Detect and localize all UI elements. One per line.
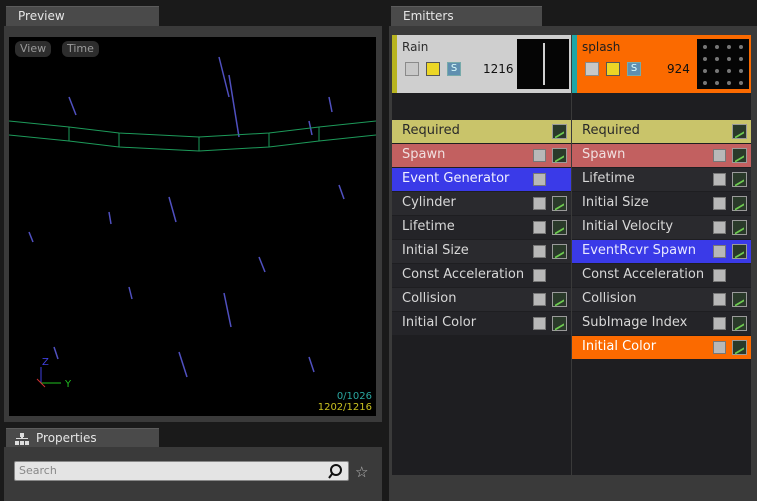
module-row[interactable]: Collision xyxy=(392,288,571,311)
module-label: Initial Color xyxy=(402,315,477,330)
module-row[interactable]: Const Acceleration xyxy=(572,264,751,287)
solo-toggle-icon[interactable] xyxy=(606,62,620,76)
module-label: Initial Velocity xyxy=(582,219,674,234)
module-label: Collision xyxy=(582,291,637,306)
module-row[interactable]: Initial Velocity xyxy=(572,216,751,239)
curve-editor-icon[interactable] xyxy=(732,316,747,331)
module-row[interactable]: Required xyxy=(392,120,571,143)
module-label: Collision xyxy=(402,291,457,306)
module-enable-checkbox[interactable] xyxy=(713,293,726,306)
scene-drawing xyxy=(9,56,376,388)
module-label: Initial Size xyxy=(402,243,469,258)
axis-y-label: Y xyxy=(65,379,72,390)
s-toggle[interactable]: S xyxy=(447,62,461,76)
enable-checkbox[interactable] xyxy=(405,62,419,76)
emitter-name: splash xyxy=(582,40,621,54)
emitter-name: Rain xyxy=(402,40,429,54)
module-label: Const Acceleration xyxy=(402,267,525,282)
module-label: Event Generator xyxy=(402,171,510,186)
curve-editor-icon[interactable] xyxy=(732,148,747,163)
curve-editor-icon[interactable] xyxy=(732,292,747,307)
module-enable-checkbox[interactable] xyxy=(533,221,546,234)
module-row[interactable]: Const Acceleration xyxy=(392,264,571,287)
curve-editor-icon[interactable] xyxy=(552,148,567,163)
module-label: EventRcvr Spawn xyxy=(582,243,696,258)
module-enable-checkbox[interactable] xyxy=(713,341,726,354)
module-enable-checkbox[interactable] xyxy=(713,317,726,330)
module-row[interactable]: Initial Color xyxy=(392,312,571,335)
emitter-thumbnail xyxy=(517,39,569,89)
solo-toggle-icon[interactable] xyxy=(426,62,440,76)
viewport[interactable]: View Time Z Y 0/1026 1202/1216 xyxy=(9,37,376,416)
curve-editor-icon[interactable] xyxy=(552,196,567,211)
curve-editor-icon[interactable] xyxy=(552,292,567,307)
module-row[interactable]: Event Generator xyxy=(392,168,571,191)
curve-editor-icon[interactable] xyxy=(732,172,747,187)
hierarchy-icon xyxy=(15,432,29,445)
enable-checkbox[interactable] xyxy=(585,62,599,76)
tab-preview[interactable]: Preview xyxy=(6,6,159,26)
particle-stat: 0/1026 xyxy=(336,391,372,402)
module-enable-checkbox[interactable] xyxy=(533,293,546,306)
module-label: Initial Color xyxy=(582,339,657,354)
s-toggle[interactable]: S xyxy=(627,62,641,76)
module-enable-checkbox[interactable] xyxy=(533,197,546,210)
module-label: Required xyxy=(582,123,640,138)
module-row[interactable]: Initial Color xyxy=(572,336,751,359)
total-stat: 1202/1216 xyxy=(317,402,372,413)
module-label: Lifetime xyxy=(402,219,455,234)
module-enable-checkbox[interactable] xyxy=(533,317,546,330)
module-enable-checkbox[interactable] xyxy=(713,149,726,162)
module-row[interactable]: EventRcvr Spawn xyxy=(572,240,751,263)
module-row[interactable]: Lifetime xyxy=(392,216,571,239)
module-row[interactable]: Required xyxy=(572,120,751,143)
tab-properties[interactable]: Properties xyxy=(6,428,159,448)
curve-editor-icon[interactable] xyxy=(552,244,567,259)
curve-editor-icon[interactable] xyxy=(552,124,567,139)
module-label: Const Acceleration xyxy=(582,267,705,282)
module-row[interactable]: Lifetime xyxy=(572,168,751,191)
emitter-thumbnail xyxy=(697,39,749,89)
module-row[interactable]: SubImage Index xyxy=(572,312,751,335)
module-row[interactable]: Cylinder xyxy=(392,192,571,215)
module-enable-checkbox[interactable] xyxy=(713,221,726,234)
particle-count: 924 xyxy=(667,62,690,76)
module-label: Cylinder xyxy=(402,195,456,210)
module-label: Initial Size xyxy=(582,195,649,210)
curve-editor-icon[interactable] xyxy=(732,244,747,259)
curve-editor-icon[interactable] xyxy=(732,196,747,211)
module-label: Spawn xyxy=(582,147,626,162)
module-enable-checkbox[interactable] xyxy=(713,269,726,282)
module-label: SubImage Index xyxy=(582,315,688,330)
axis-z-label: Z xyxy=(42,357,49,368)
module-enable-checkbox[interactable] xyxy=(713,245,726,258)
curve-editor-icon[interactable] xyxy=(552,316,567,331)
particle-count: 1216 xyxy=(483,62,514,76)
emitter-header-splash[interactable]: splash S 924 xyxy=(572,35,751,93)
curve-editor-icon[interactable] xyxy=(732,124,747,139)
module-enable-checkbox[interactable] xyxy=(533,245,546,258)
module-enable-checkbox[interactable] xyxy=(533,149,546,162)
module-row[interactable]: Collision xyxy=(572,288,751,311)
emitter-header-rain[interactable]: Rain S 1216 xyxy=(392,35,571,93)
tab-emitters[interactable]: Emitters xyxy=(391,6,542,26)
star-icon[interactable]: ☆ xyxy=(355,463,368,481)
module-label: Spawn xyxy=(402,147,446,162)
module-row[interactable]: Spawn xyxy=(392,144,571,167)
module-row[interactable]: Spawn xyxy=(572,144,751,167)
module-enable-checkbox[interactable] xyxy=(713,197,726,210)
curve-editor-icon[interactable] xyxy=(732,340,747,355)
search-input[interactable]: Search xyxy=(14,461,349,481)
module-label: Lifetime xyxy=(582,171,635,186)
curve-editor-icon[interactable] xyxy=(552,220,567,235)
properties-tab-label: Properties xyxy=(36,431,97,445)
module-row[interactable]: Initial Size xyxy=(392,240,571,263)
curve-editor-icon[interactable] xyxy=(732,220,747,235)
module-enable-checkbox[interactable] xyxy=(533,269,546,282)
module-row[interactable]: Initial Size xyxy=(572,192,751,215)
search-icon[interactable] xyxy=(328,463,344,479)
module-enable-checkbox[interactable] xyxy=(713,173,726,186)
module-label: Required xyxy=(402,123,460,138)
module-enable-checkbox[interactable] xyxy=(533,173,546,186)
